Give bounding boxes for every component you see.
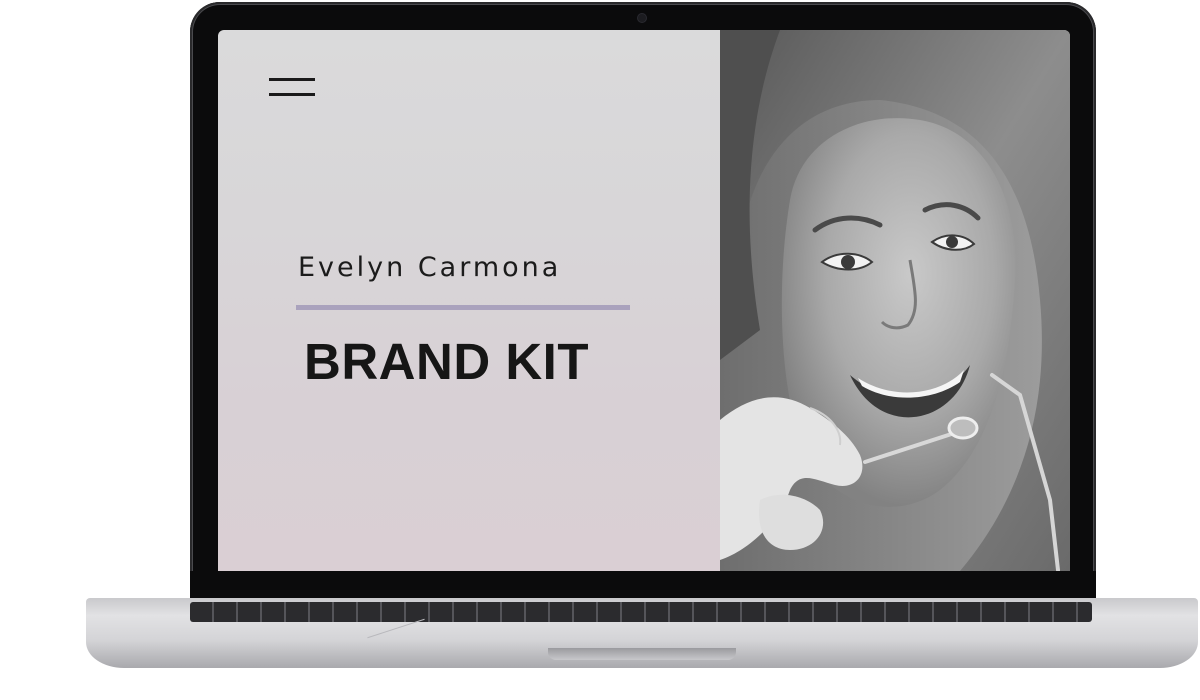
person-name: Evelyn Carmona (298, 252, 562, 283)
menu-line (269, 78, 315, 81)
webcam-icon (638, 14, 646, 22)
menu-line (269, 93, 315, 96)
lid-opening-notch (548, 648, 736, 660)
laptop-mockup: Evelyn Carmona BRAND KIT (0, 0, 1200, 700)
brand-kit-title: BRAND KIT (304, 333, 589, 390)
keyboard (190, 602, 1092, 622)
woman-dental-photo-illustration (720, 30, 1070, 571)
screen-chin (190, 571, 1096, 598)
hamburger-menu-icon[interactable] (269, 78, 315, 100)
hero-photo (720, 30, 1070, 571)
accent-divider (296, 305, 630, 310)
hero-text-panel: Evelyn Carmona BRAND KIT (218, 30, 720, 571)
laptop-screen: Evelyn Carmona BRAND KIT (218, 30, 1070, 571)
laptop-base (86, 598, 1198, 668)
